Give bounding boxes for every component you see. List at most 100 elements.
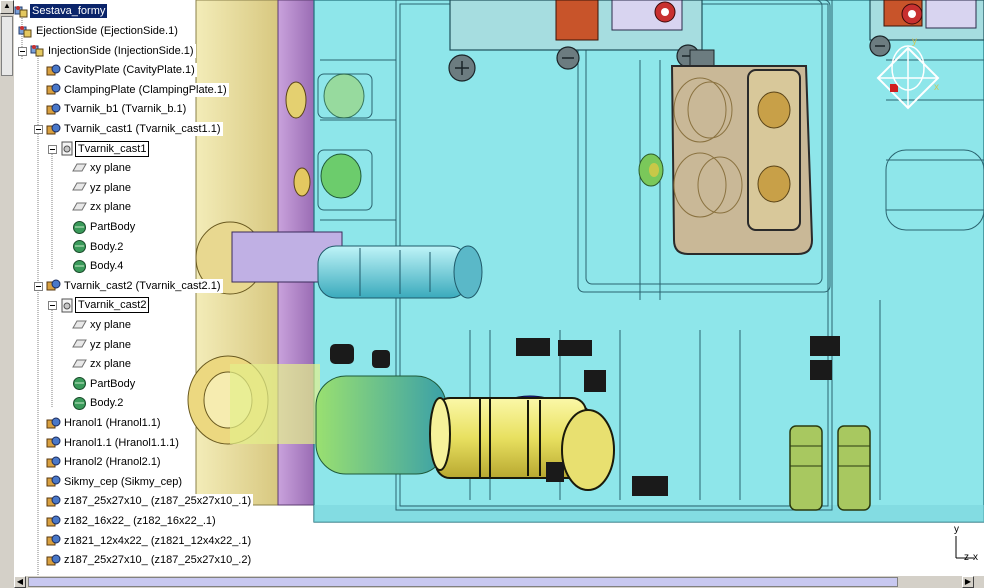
scroll-left-button[interactable]: ◀ [14,576,26,588]
tree-node-label: Hranol1.1 (Hranol1.1.1) [62,435,181,450]
compass-icon[interactable]: y x [868,36,948,114]
tree-node[interactable]: zx plane [72,199,133,215]
tree-node[interactable]: Body.2 [72,239,126,255]
plane-icon [72,357,87,372]
tree-node-label: Hranol1 (Hranol1.1) [62,416,163,430]
part-icon [46,474,61,489]
tree-node[interactable]: ClampingPlate (ClampingPlate.1) [46,82,229,98]
tree-node-label: z1821_12x4x22_ (z1821_12x4x22_.1) [62,533,254,548]
tree-node-label: yz plane [88,180,133,195]
part-icon [46,278,61,293]
plane-icon [72,318,87,333]
compass-x-label: x [934,82,939,93]
tree-node[interactable]: EjectionSide (EjectionSide.1) [18,23,180,39]
body-icon [72,259,87,274]
part-icon [46,553,61,568]
part-doc-icon [60,298,75,313]
tree-root-node[interactable]: Sestava_formy [14,3,109,19]
tree-node[interactable]: Hranol1 (Hranol1.1) [46,415,163,431]
tree-node[interactable]: Tvarnik_cast2 [60,297,150,314]
part-icon [46,533,61,548]
specification-tree[interactable]: Sestava_formy EjectionSide (EjectionSide.… [0,0,300,576]
tree-node-label: xy plane [88,161,133,176]
collapse-toggle-icon[interactable] [34,125,43,134]
tree-node-label: InjectionSide (InjectionSide.1) [46,43,196,58]
body-icon [72,239,87,254]
tree-node[interactable]: Hranol2 (Hranol2.1) [46,454,163,470]
part-icon [46,416,61,431]
tree-node-label: PartBody [88,220,138,234]
collapse-toggle-icon[interactable] [48,144,57,154]
axis-x-label: x [973,552,978,563]
tree-root-label: Sestava_formy [28,3,109,19]
tree-node[interactable]: CavityPlate (CavityPlate.1) [46,62,197,78]
body-icon [72,396,87,411]
tree-node[interactable]: Body.2 [72,395,126,411]
vertical-scroll-thumb[interactable] [1,16,13,76]
collapse-toggle-icon[interactable] [48,301,57,311]
tree-node[interactable]: Sikmy_cep (Sikmy_cep) [46,474,184,490]
tree-node[interactable]: InjectionSide (InjectionSide.1) [30,43,196,59]
part-icon [46,455,61,470]
horizontal-scroll-thumb[interactable] [28,577,898,587]
tree-node[interactable]: Tvarnik_cast2 (Tvarnik_cast2.1) [46,278,223,294]
tree-node[interactable]: Tvarnik_cast1 [60,140,150,157]
tree-node[interactable]: PartBody [72,376,138,392]
part-icon [46,102,61,117]
tree-node[interactable]: xy plane [72,317,133,333]
tree-node[interactable]: z187_25x27x10_ (z187_25x27x10_.1) [46,493,254,509]
tree-node-label: xy plane [88,318,133,332]
tree-node-label: PartBody [88,376,138,391]
tree-node-label: zx plane [88,200,133,215]
plane-icon [72,180,87,195]
product-icon [30,43,45,58]
axis-z-label: z [964,552,969,563]
product-icon [14,4,29,19]
tree-node-label: z187_25x27x10_ (z187_25x27x10_.1) [62,494,254,509]
part-doc-icon [60,141,75,156]
tree-node-label: Hranol2 (Hranol2.1) [62,455,163,470]
collapse-toggle-icon[interactable] [34,281,43,291]
tree-node[interactable]: z187_25x27x10_ (z187_25x27x10_.2) [46,552,254,568]
scroll-right-button[interactable]: ▶ [962,576,974,588]
axis-triad-icon: y z x [942,524,982,568]
tree-node-label: Body.4 [88,259,126,274]
tree-node-label: Tvarnik_cast2 [74,297,150,314]
tree-node-label: CavityPlate (CavityPlate.1) [62,63,197,78]
core-insert [670,65,814,255]
tree-node[interactable]: z1821_12x4x22_ (z1821_12x4x22_.1) [46,533,254,549]
tree-node[interactable]: yz plane [72,337,133,353]
tree-node[interactable]: Tvarnik_b1 (Tvarnik_b.1) [46,101,189,117]
collapse-toggle-icon[interactable] [18,46,27,56]
tree-node-label: z182_16x22_ (z182_16x22_.1) [62,514,218,528]
tree-node-label: Tvarnik_cast1 (Tvarnik_cast1.1) [62,122,223,136]
tree-node[interactable]: Tvarnik_cast1 (Tvarnik_cast1.1) [46,121,223,137]
tree-node[interactable]: xy plane [72,160,133,176]
tree-node-label: Tvarnik_cast1 [74,140,150,157]
tree-node-label: Body.2 [88,396,126,411]
part-icon [46,82,61,97]
tree-node-label: EjectionSide (EjectionSide.1) [34,24,180,38]
tree-node[interactable]: PartBody [72,219,138,235]
plane-icon [72,337,87,352]
tree-node-label: zx plane [88,357,133,372]
tree-vertical-scrollbar[interactable]: ▲ [0,0,14,576]
tree-node-label: z187_25x27x10_ (z187_25x27x10_.2) [62,553,254,568]
scroll-up-button[interactable]: ▲ [0,0,14,14]
tree-node[interactable]: zx plane [72,356,133,372]
part-icon [46,435,61,450]
tree-node-label: Tvarnik_b1 (Tvarnik_b.1) [62,102,189,117]
tree-node[interactable]: Body.4 [72,258,126,274]
axis-y-label: y [954,524,959,535]
tree-node-label: yz plane [88,337,133,352]
body-icon [72,376,87,391]
plane-icon [72,200,87,215]
tree-node-label: Tvarnik_cast2 (Tvarnik_cast2.1) [62,278,223,293]
tree-node[interactable]: Hranol1.1 (Hranol1.1.1) [46,435,181,451]
part-icon [46,122,61,137]
tree-node[interactable]: z182_16x22_ (z182_16x22_.1) [46,513,218,529]
plane-icon [72,161,87,176]
tree-node-label: Body.2 [88,239,126,254]
horizontal-scrollbar[interactable]: ◀ ▶ [0,576,984,588]
tree-node[interactable]: yz plane [72,180,133,196]
